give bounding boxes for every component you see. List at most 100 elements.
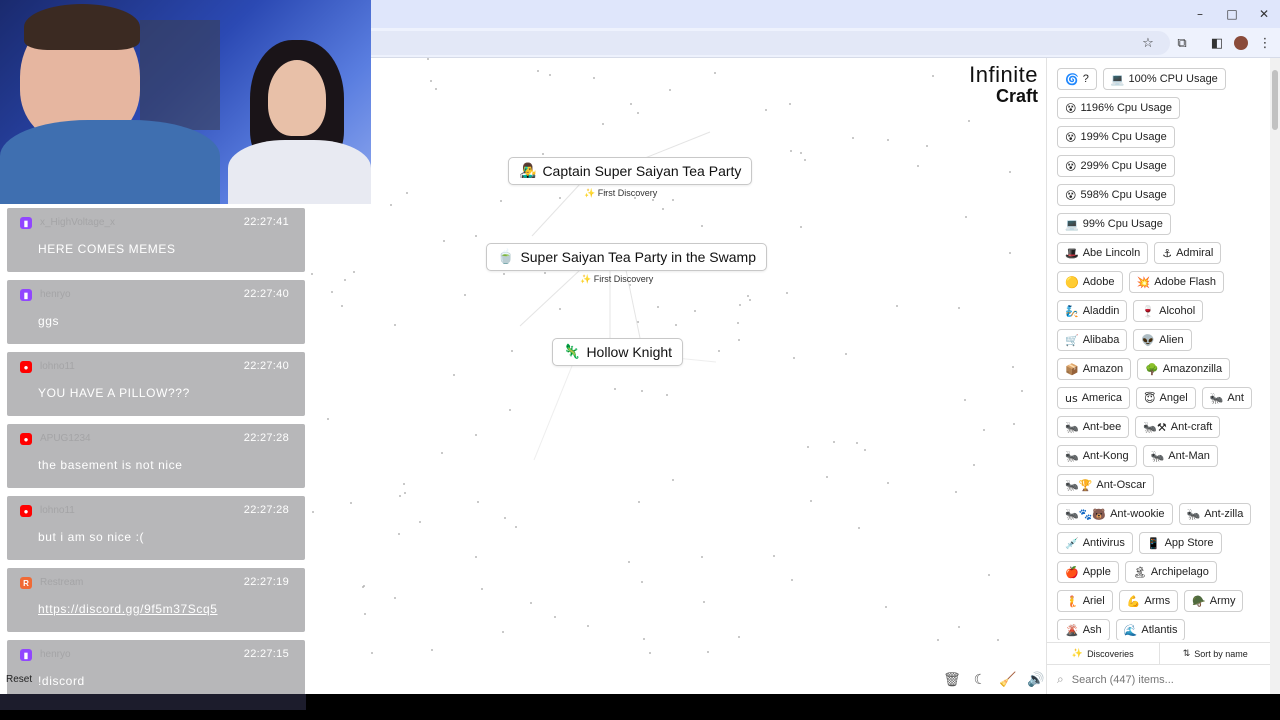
extensions-icon[interactable]: ⧉ — [1171, 32, 1193, 54]
connection-lines — [519, 131, 717, 461]
sidebar-item[interactable]: 😵 199% Cpu Usage — [1057, 126, 1175, 148]
reset-button[interactable]: Reset — [6, 674, 32, 685]
item-label: 99% Cpu Usage — [1082, 218, 1163, 230]
webcam-person-left-shirt — [0, 120, 220, 204]
sidebar-item[interactable]: 🐜 Ant-Man — [1142, 445, 1218, 467]
item-label: Ant — [1227, 392, 1244, 404]
sidebar-item[interactable]: 🧜 Ariel — [1057, 590, 1113, 612]
sidebar-item[interactable]: 🍎 Apple — [1057, 561, 1119, 583]
twitch-icon: ▮ — [20, 217, 32, 229]
item-label: Ant-craft — [1170, 421, 1213, 433]
sidebar-item[interactable]: 🐜 Ant-Kong — [1057, 445, 1137, 467]
sidebar-item[interactable]: 😇 Angel — [1136, 387, 1196, 409]
sidebar-item[interactable]: 😵 1196% Cpu Usage — [1057, 97, 1180, 119]
items-sidebar: 🌀? 💻 100% CPU Usage 😵 1196% Cpu Usage 😵 199% C… — [1046, 58, 1271, 694]
close-window-button[interactable]: ✕ — [1248, 0, 1280, 28]
address-bar[interactable] — [360, 31, 1170, 55]
item-label: Adobe Flash — [1154, 276, 1216, 288]
broom-icon[interactable]: 🧹 — [998, 670, 1018, 690]
trash-icon[interactable]: 🗑 — [942, 670, 962, 690]
sidebar-item[interactable]: 😵 299% Cpu Usage — [1057, 155, 1175, 177]
item-icon: 💻 — [1065, 217, 1079, 231]
chat-username: APUG1234 — [40, 433, 91, 444]
chat-timestamp: 22:27:28 — [243, 432, 289, 444]
first-discovery-badge: ✨ First Discovery — [580, 274, 654, 284]
scrollbar-thumb[interactable] — [1272, 70, 1278, 130]
chat-username: henryo — [40, 289, 71, 300]
sidebar-item[interactable]: 🌳 Amazonzilla — [1137, 358, 1231, 380]
sidebar-item[interactable]: 🐜⚒ Ant-craft — [1135, 416, 1221, 438]
chat-timestamp: 22:27:15 — [243, 648, 289, 660]
item-icon: 🐜⚒ — [1143, 420, 1167, 434]
sidebar-item[interactable]: 💥 Adobe Flash — [1128, 271, 1224, 293]
maximize-button[interactable]: □ — [1216, 0, 1248, 28]
sidebar-item[interactable]: 🎩 Abe Lincoln — [1057, 242, 1149, 264]
sidebar-item[interactable]: 🪖 Army — [1184, 590, 1244, 612]
item-icon: 💉 — [1065, 536, 1079, 550]
sidebar-item[interactable]: 🟡 Adobe — [1057, 271, 1123, 293]
chat-username: lohno11 — [40, 361, 75, 372]
item-label: Ant-zilla — [1204, 508, 1244, 520]
item-label: App Store — [1164, 537, 1214, 549]
sidebar-scrollbar[interactable] — [1270, 58, 1280, 694]
item-icon: 😇 — [1144, 391, 1156, 405]
sidebar-item[interactable]: ⚓ Admiral — [1154, 242, 1222, 264]
item-icon: 👽 — [1141, 333, 1156, 347]
sidebar-item[interactable]: 🌀? — [1057, 68, 1097, 90]
sidebar-item[interactable]: 🐜🏆 Ant-Oscar — [1057, 474, 1154, 496]
sidebar-item[interactable]: 💻 100% CPU Usage — [1102, 68, 1226, 90]
item-icon: 🐜 — [1150, 449, 1165, 463]
canvas-toolbar: 🗑 ☾ 🧹 🔊 — [942, 670, 1046, 690]
item-label: Admiral — [1176, 247, 1214, 259]
chat-bottom-strip — [0, 694, 306, 710]
sidebar-item[interactable]: 👽 Alien — [1133, 329, 1192, 351]
tab-discoveries[interactable]: ✨ Discoveries — [1047, 643, 1159, 664]
sidebar-item[interactable]: 🏝 Archipelago — [1124, 561, 1217, 583]
item-label: Ash — [1082, 624, 1102, 636]
search-input[interactable] — [1071, 673, 1242, 686]
sidepanel-icon[interactable]: ◧ — [1206, 32, 1228, 54]
moon-icon[interactable]: ☾ — [970, 670, 990, 690]
craft-canvas[interactable]: Infinite Craft 👨‍🎤 Captain Super Saiyan … — [306, 58, 1046, 694]
sidebar-item[interactable]: 🌋 Ash — [1057, 619, 1110, 640]
canvas-element-super-saiyan-swamp[interactable]: 🍵 Super Saiyan Tea Party in the Swamp — [486, 243, 767, 271]
first-discovery-badge: ✨ First Discovery — [584, 188, 658, 198]
item-icon: us — [1065, 391, 1078, 405]
sidebar-item[interactable]: 🌊 Atlantis — [1115, 619, 1186, 640]
logo-line-1: Infinite — [969, 62, 1038, 87]
sidebar-item[interactable]: 😵 598% Cpu Usage — [1057, 184, 1175, 206]
element-label: Captain Super Saiyan Tea Party — [542, 163, 742, 179]
canvas-element-hollow-knight[interactable]: 🦎 Hollow Knight — [552, 338, 684, 366]
sidebar-tabs: ✨ Discoveries ⇅ Sort by name — [1047, 642, 1271, 664]
sidebar-item[interactable]: 🐜 Ant-zilla — [1178, 503, 1252, 525]
search-icon: ⌕ — [1057, 672, 1064, 686]
chat-link[interactable]: https://discord.gg/9f5m37Scq5 — [38, 602, 218, 616]
sidebar-item[interactable]: 🍷 Alcohol — [1133, 300, 1204, 322]
sidebar-item[interactable]: 🐜 Ant-bee — [1057, 416, 1130, 438]
item-icon: 🎩 — [1065, 246, 1079, 260]
item-icon: 😵 — [1065, 159, 1077, 173]
sidebar-item[interactable]: 🐜🐾🐻 Ant-wookie — [1057, 503, 1173, 525]
profile-icon[interactable] — [1230, 32, 1252, 54]
minimize-button[interactable]: – — [1184, 0, 1216, 28]
sidebar-item[interactable]: 🐜 Ant — [1201, 387, 1252, 409]
sidebar-item[interactable]: 📦 Amazon — [1057, 358, 1132, 380]
item-icon: 🐜 — [1065, 449, 1079, 463]
star-icon[interactable]: ☆ — [1137, 32, 1159, 54]
item-icon: 🌀 — [1065, 72, 1079, 86]
sound-icon[interactable]: 🔊 — [1026, 670, 1046, 690]
element-label: Super Saiyan Tea Party in the Swamp — [520, 249, 756, 265]
menu-icon[interactable]: ⋮ — [1254, 32, 1276, 54]
item-icon: 📦 — [1065, 362, 1079, 376]
item-label: ? — [1082, 73, 1089, 85]
item-icon: 🟡 — [1065, 275, 1079, 289]
sidebar-item[interactable]: 📱 App Store — [1138, 532, 1222, 554]
tab-sort-by-name[interactable]: ⇅ Sort by name — [1158, 643, 1272, 664]
canvas-element-captain-super-saiyan[interactable]: 👨‍🎤 Captain Super Saiyan Tea Party — [508, 157, 753, 185]
sidebar-item[interactable]: us America — [1057, 387, 1131, 409]
sidebar-item[interactable]: 🧞 Aladdin — [1057, 300, 1128, 322]
sidebar-item[interactable]: 💉 Antivirus — [1057, 532, 1133, 554]
sidebar-item[interactable]: 🛒 Alibaba — [1057, 329, 1128, 351]
sidebar-item[interactable]: 💪 Arms — [1118, 590, 1179, 612]
sidebar-item[interactable]: 💻 99% Cpu Usage — [1057, 213, 1171, 235]
